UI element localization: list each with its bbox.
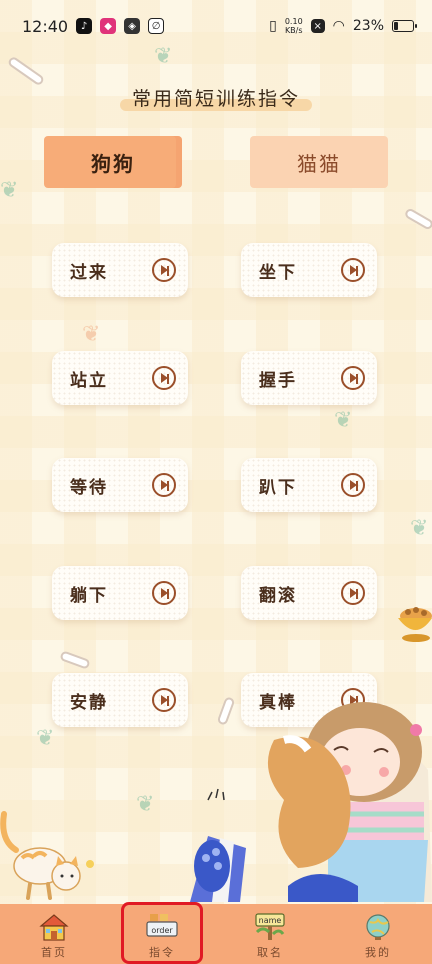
status-right: ▯ 0.10 KB/s × ◠ 23% <box>269 17 417 35</box>
food-bowl-illustration <box>398 607 432 642</box>
command-label: 过来 <box>70 262 108 283</box>
paw-print-icon: ❦ <box>36 726 55 751</box>
nav-item-home[interactable]: 首页 <box>9 904 99 960</box>
battery-percent: 23% <box>352 18 384 34</box>
play-icon[interactable] <box>341 473 365 497</box>
tiktok-icon: ♪ <box>76 18 93 34</box>
page-title: 常用简短训练指令 <box>119 82 313 113</box>
nav-label: 取名 <box>257 946 283 959</box>
name-sign-icon: name <box>255 913 285 940</box>
command-card-roll-over[interactable]: 翻滚 <box>241 566 377 620</box>
order-icon: order <box>146 914 178 937</box>
no-sim-icon: × <box>310 19 325 33</box>
net-speed-unit: KB/s <box>284 26 303 35</box>
name-sign-text: name <box>259 916 282 925</box>
app-notification-icon: ◆ <box>100 18 117 34</box>
battery-icon <box>392 20 417 32</box>
command-label: 安静 <box>70 692 108 713</box>
nav-label: 指令 <box>149 946 175 959</box>
network-speed: 0.10 KB/s <box>285 17 303 35</box>
status-bar: 12:40 ♪ ◆ ◈ ∅ ▯ 0.10 KB/s × ◠ 23% <box>0 0 432 52</box>
page-heading: 常用简短训练指令 <box>0 82 432 113</box>
wifi-icon: ◠ <box>332 18 345 34</box>
command-label: 等待 <box>70 477 108 498</box>
globe-icon <box>366 914 390 940</box>
status-left: 12:40 ♪ ◆ ◈ ∅ <box>22 16 165 36</box>
nav-item-naming[interactable]: name 取名 <box>225 904 315 960</box>
command-label: 握手 <box>259 370 297 391</box>
command-card-come[interactable]: 过来 <box>52 243 188 297</box>
game-notification-icon: ◈ <box>124 18 141 34</box>
command-card-lie-down[interactable]: 躺下 <box>52 566 188 620</box>
vibrate-icon: ▯ <box>269 18 277 34</box>
paw-print-icon: ❦ <box>0 178 19 203</box>
nav-label: 首页 <box>41 946 67 959</box>
house-icon <box>39 914 69 941</box>
command-label: 站立 <box>70 370 108 391</box>
play-icon[interactable] <box>341 366 365 390</box>
paw-print-icon: ❦ <box>334 408 353 433</box>
status-time: 12:40 <box>22 16 69 36</box>
nav-item-mine[interactable]: 我的 <box>333 904 423 960</box>
paw-print-icon: ❦ <box>82 322 101 347</box>
order-icon-text: order <box>151 926 173 935</box>
play-icon[interactable] <box>341 258 365 282</box>
tab-cat[interactable]: 猫猫 <box>250 136 388 188</box>
play-icon[interactable] <box>152 258 176 282</box>
command-label: 躺下 <box>70 585 108 606</box>
nav-item-commands[interactable]: order 指令 <box>117 902 207 964</box>
command-label: 坐下 <box>259 262 297 283</box>
paw-print-icon: ❦ <box>154 44 173 69</box>
command-card-wait[interactable]: 等待 <box>52 458 188 512</box>
net-speed-value: 0.10 <box>284 17 303 26</box>
command-label: 趴下 <box>259 477 297 498</box>
paw-print-icon: ❦ <box>136 792 155 817</box>
link-icon: ∅ <box>148 18 165 34</box>
girl-hugging-dog-illustration <box>190 702 432 902</box>
play-icon[interactable] <box>341 581 365 605</box>
bone-decoration <box>59 650 91 670</box>
paw-print-icon: ❦ <box>410 516 429 541</box>
bottom-nav: 首页 order 指令 name 取名 我的 <box>0 902 432 964</box>
play-icon[interactable] <box>152 366 176 390</box>
play-icon[interactable] <box>152 581 176 605</box>
command-label: 翻滚 <box>259 585 297 606</box>
tab-dog[interactable]: 狗狗 <box>44 136 182 188</box>
command-card-sit[interactable]: 坐下 <box>241 243 377 297</box>
play-icon[interactable] <box>152 688 176 712</box>
bone-decoration <box>403 207 432 231</box>
command-card-stand[interactable]: 站立 <box>52 351 188 405</box>
cat-illustration <box>0 811 94 900</box>
play-icon[interactable] <box>152 473 176 497</box>
nav-label: 我的 <box>365 946 391 959</box>
command-card-down[interactable]: 趴下 <box>241 458 377 512</box>
command-card-quiet[interactable]: 安静 <box>52 673 188 727</box>
command-card-shake[interactable]: 握手 <box>241 351 377 405</box>
